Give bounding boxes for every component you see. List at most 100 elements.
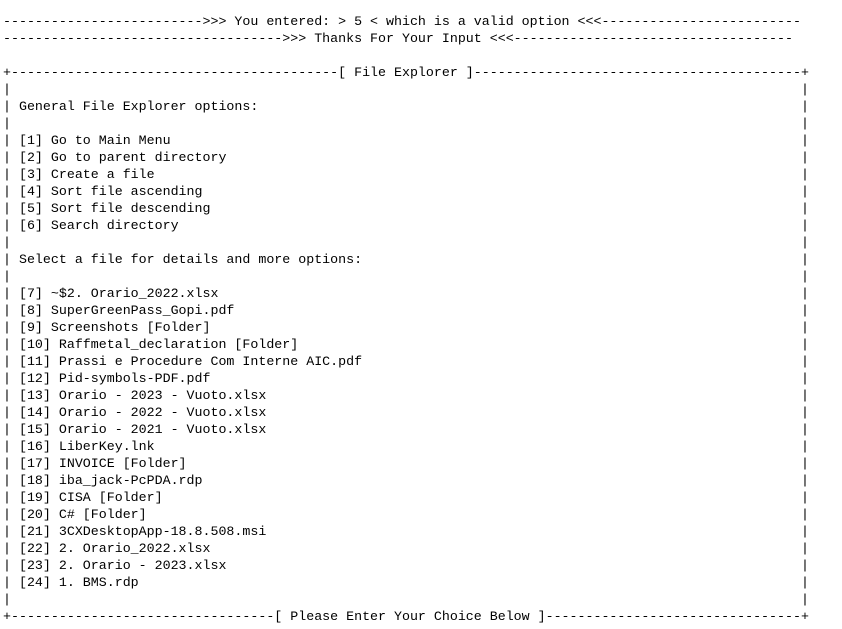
box-border-left: | (3, 422, 11, 437)
file-entry-label: [24] 1. BMS.rdp (18, 575, 139, 590)
file-entry[interactable]: | [16] LiberKey.lnk | (3, 438, 809, 455)
file-entry[interactable]: | [7] ~$2. Orario_2022.xlsx | (3, 285, 809, 302)
box-top-border-text: +---------------------------------------… (3, 65, 809, 80)
box-border-left: | (3, 150, 11, 165)
box-border-left: | (3, 116, 11, 131)
file-entry[interactable]: | [14] Orario - 2022 - Vuoto.xlsx | (3, 404, 809, 421)
box-border-left: | (3, 507, 11, 522)
box-border-right: | (800, 337, 809, 352)
box-border-right: | (800, 558, 809, 573)
box-border-right: | (800, 320, 809, 335)
file-entry[interactable]: | [23] 2. Orario - 2023.xlsx | (3, 557, 809, 574)
box-border-right: | (800, 456, 809, 471)
file-entry-label: [8] SuperGreenPass_Gopi.pdf (18, 303, 235, 318)
box-border-right: | (800, 218, 809, 233)
menu-option[interactable]: | [2] Go to parent directory | (3, 149, 809, 166)
file-entry[interactable]: | [12] Pid-symbols-PDF.pdf | (3, 370, 809, 387)
file-entry[interactable]: | [8] SuperGreenPass_Gopi.pdf | (3, 302, 809, 319)
select-file-heading-label: Select a file for details and more optio… (18, 252, 363, 267)
box-border-right: | (800, 235, 809, 250)
box-border-right: | (800, 473, 809, 488)
file-entry[interactable]: | [17] INVOICE [Folder] | (3, 455, 809, 472)
box-border-right: | (800, 133, 809, 148)
box-border-right: | (800, 184, 809, 199)
file-entry[interactable]: | [11] Prassi e Procedure Com Interne AI… (3, 353, 809, 370)
file-entry[interactable]: | [22] 2. Orario_2022.xlsx | (3, 540, 809, 557)
file-entry-label: [14] Orario - 2022 - Vuoto.xlsx (18, 405, 267, 420)
file-entry[interactable]: | [18] iba_jack-PcPDA.rdp | (3, 472, 809, 489)
box-border-right: | (800, 592, 809, 607)
box-border-right: | (800, 422, 809, 437)
box-border-left: | (3, 473, 11, 488)
box-border-left: | (3, 320, 11, 335)
file-entry[interactable]: | [24] 1. BMS.rdp | (3, 574, 809, 591)
menu-option-label: [3] Create a file (18, 167, 155, 182)
general-options-heading-label: General File Explorer options: (18, 99, 259, 114)
console-output: ------------------------->>> You entered… (3, 13, 809, 625)
box-spacer: | | (3, 81, 809, 98)
box-top-border: +---------------------------------------… (3, 64, 809, 81)
file-entry[interactable]: | [15] Orario - 2021 - Vuoto.xlsx | (3, 421, 809, 438)
file-entry[interactable]: | [19] CISA [Folder] | (3, 489, 809, 506)
menu-option[interactable]: | [3] Create a file | (3, 166, 809, 183)
box-spacer: | | (3, 591, 809, 608)
box-border-left: | (3, 235, 11, 250)
menu-option[interactable]: | [4] Sort file ascending | (3, 183, 809, 200)
box-bottom-border-text: +---------------------------------[ Plea… (3, 609, 809, 624)
box-border-right: | (800, 439, 809, 454)
box-border-left: | (3, 575, 11, 590)
box-border-left: | (3, 541, 11, 556)
box-border-left: | (3, 337, 11, 352)
box-border-right: | (800, 524, 809, 539)
box-border-left: | (3, 558, 11, 573)
box-border-left: | (3, 133, 11, 148)
file-entry[interactable]: | [10] Raffmetal_declaration [Folder] | (3, 336, 809, 353)
menu-option-label: [4] Sort file ascending (18, 184, 203, 199)
box-border-right: | (800, 116, 809, 131)
box-border-left: | (3, 218, 11, 233)
file-entry[interactable]: | [20] C# [Folder] | (3, 506, 809, 523)
box-border-right: | (800, 201, 809, 216)
box-border-right: | (800, 507, 809, 522)
file-entry-label: [18] iba_jack-PcPDA.rdp (18, 473, 203, 488)
file-entry-label: [21] 3CXDesktopApp-18.8.508.msi (18, 524, 267, 539)
box-border-left: | (3, 99, 11, 114)
box-border-right: | (800, 388, 809, 403)
box-border-right: | (800, 269, 809, 284)
box-border-left: | (3, 252, 11, 267)
menu-option[interactable]: | [5] Sort file descending | (3, 200, 809, 217)
select-file-heading: | Select a file for details and more opt… (3, 251, 809, 268)
file-entry-label: [20] C# [Folder] (18, 507, 147, 522)
file-entry-label: [17] INVOICE [Folder] (18, 456, 187, 471)
box-border-right: | (800, 99, 809, 114)
banner-thanks: ----------------------------------->>> T… (3, 30, 809, 47)
box-border-left: | (3, 167, 11, 182)
file-entry-label: [23] 2. Orario - 2023.xlsx (18, 558, 227, 573)
file-entry[interactable]: | [13] Orario - 2023 - Vuoto.xlsx | (3, 387, 809, 404)
box-border-left: | (3, 303, 11, 318)
file-entry-label: [19] CISA [Folder] (18, 490, 163, 505)
box-border-left: | (3, 184, 11, 199)
box-border-right: | (800, 371, 809, 386)
menu-option[interactable]: | [1] Go to Main Menu | (3, 132, 809, 149)
file-entry[interactable]: | [9] Screenshots [Folder] | (3, 319, 809, 336)
file-entry-label: [12] Pid-symbols-PDF.pdf (18, 371, 211, 386)
box-border-right: | (800, 82, 809, 97)
box-border-left: | (3, 201, 11, 216)
file-entry-label: [7] ~$2. Orario_2022.xlsx (18, 286, 219, 301)
box-bottom-border: +---------------------------------[ Plea… (3, 608, 809, 625)
menu-option-label: [1] Go to Main Menu (18, 133, 171, 148)
file-entry-label: [22] 2. Orario_2022.xlsx (18, 541, 211, 556)
banner-thanks-text: ----------------------------------->>> T… (3, 31, 793, 46)
box-border-left: | (3, 82, 11, 97)
box-border-right: | (800, 354, 809, 369)
file-entry-label: [10] Raffmetal_declaration [Folder] (18, 337, 299, 352)
file-entry-label: [16] LiberKey.lnk (18, 439, 155, 454)
box-border-left: | (3, 592, 11, 607)
menu-option[interactable]: | [6] Search directory | (3, 217, 809, 234)
file-entry-label: [11] Prassi e Procedure Com Interne AIC.… (18, 354, 363, 369)
banner-entered-text: ------------------------->>> You entered… (3, 14, 801, 29)
file-entry[interactable]: | [21] 3CXDesktopApp-18.8.508.msi | (3, 523, 809, 540)
box-border-right: | (800, 405, 809, 420)
